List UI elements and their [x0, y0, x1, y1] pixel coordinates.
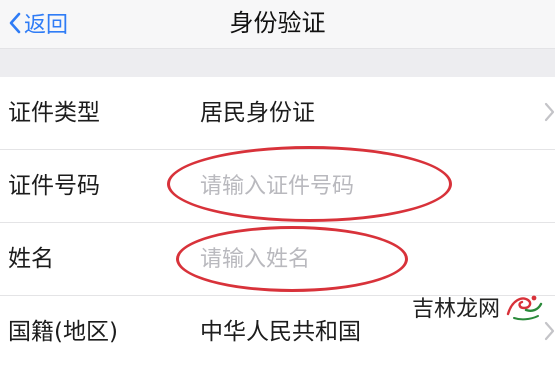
id-type-row[interactable]: 证件类型 居民身份证: [0, 77, 555, 150]
page-title: 身份验证: [229, 9, 326, 37]
chevron-right-icon: [544, 102, 555, 122]
chevron-right-icon: [544, 321, 555, 341]
id-number-row: 证件号码: [0, 150, 555, 223]
nav-bar: 返回 身份验证: [0, 0, 555, 49]
nationality-value: 中华人民共和国: [200, 319, 361, 345]
id-number-input[interactable]: [200, 164, 450, 208]
section-gap: [0, 49, 555, 77]
identity-form: 证件类型 居民身份证 证件号码 姓名 国籍(地区) 中华人民共和国: [0, 77, 555, 368]
name-input[interactable]: [200, 237, 450, 281]
name-label: 姓名: [8, 246, 54, 272]
dragon-logo-icon: [506, 295, 543, 321]
watermark-text: 吉林龙网: [412, 297, 501, 322]
id-type-value: 居民身份证: [200, 100, 315, 126]
nationality-label: 国籍(地区): [8, 319, 118, 345]
name-row: 姓名: [0, 223, 555, 296]
id-number-label: 证件号码: [8, 173, 100, 199]
watermark: 吉林龙网: [412, 290, 544, 324]
id-type-label: 证件类型: [8, 100, 100, 126]
